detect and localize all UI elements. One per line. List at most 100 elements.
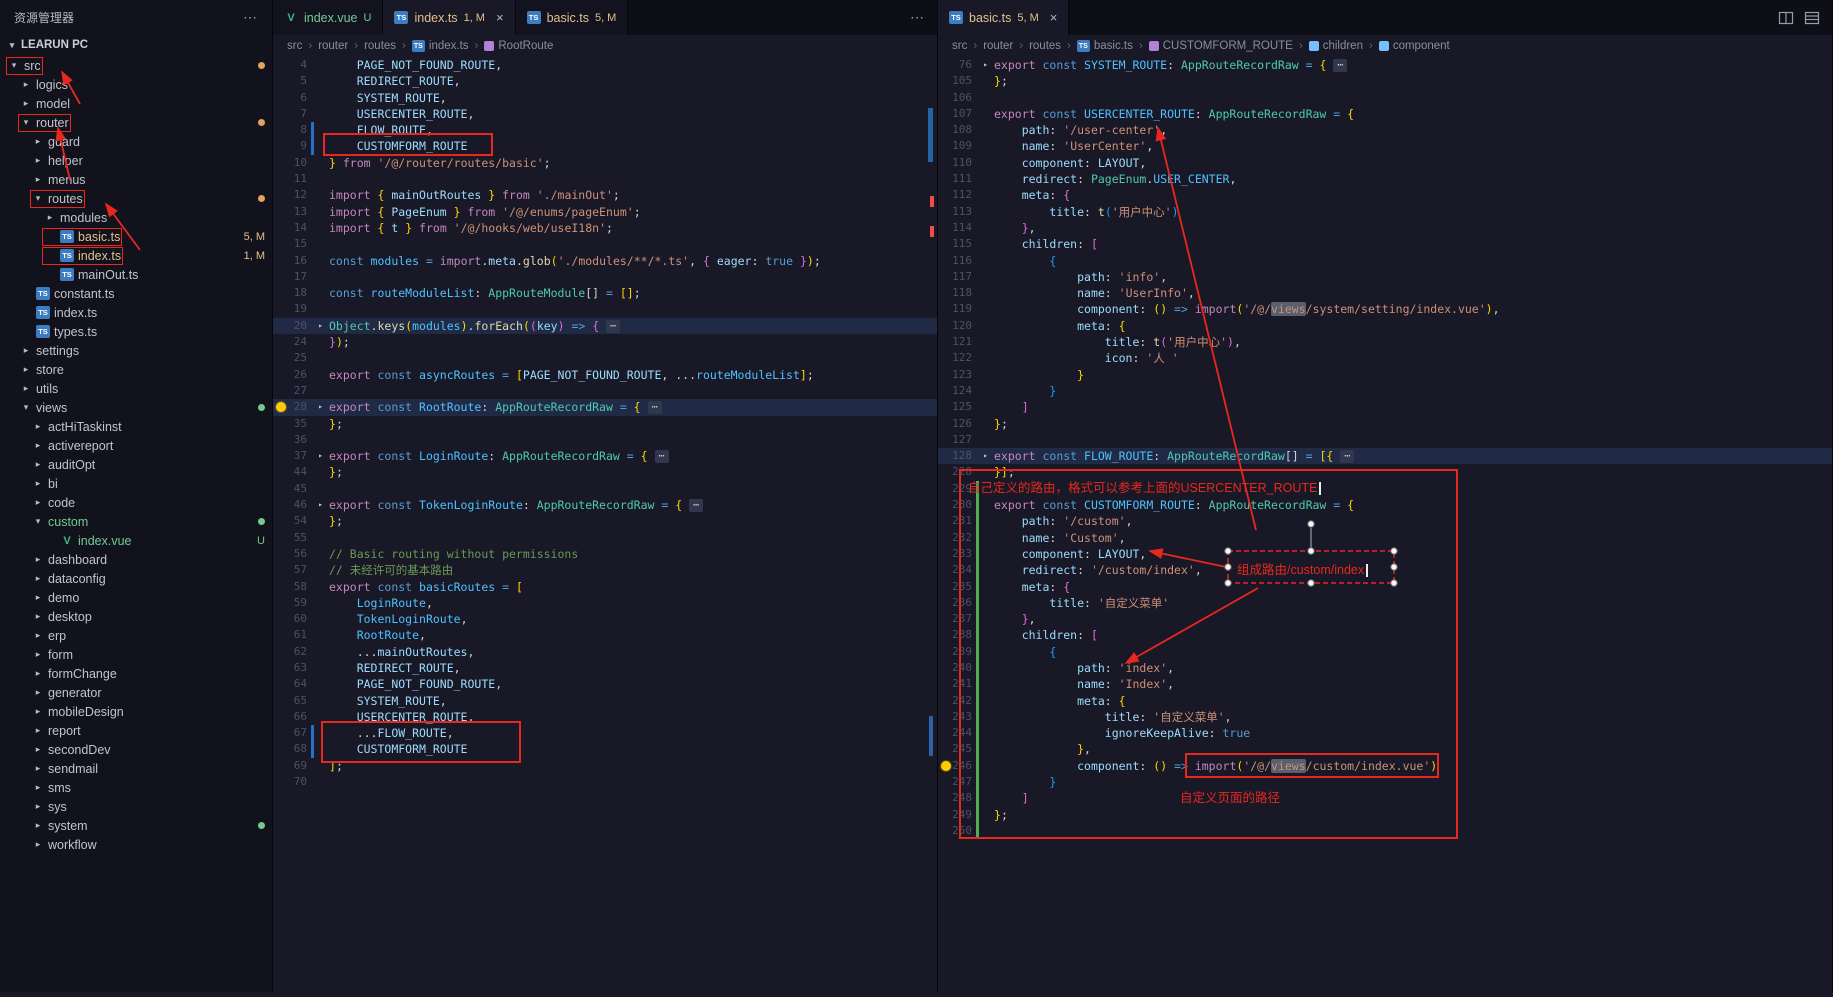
code-line-229[interactable]: 229 [938,481,1832,497]
code-line-246[interactable]: 246 component: () => import('/@/views/cu… [938,758,1832,774]
code-line-123[interactable]: 123 } [938,367,1832,383]
breadcrumb-item-rootroute[interactable]: RootRoute [484,40,553,52]
tab-basic-ts[interactable]: TSbasic.ts5, M× [938,0,1069,35]
code-line-238[interactable]: 238 children: [ [938,627,1832,643]
code-line-36[interactable]: 36 [273,432,937,448]
code-line-14[interactable]: 14import { t } from '/@/hooks/web/useI18… [273,220,937,236]
code-line-25[interactable]: 25 [273,350,937,366]
tree-item-dataconfig[interactable]: ▸dataconfig [0,569,272,588]
code-line-128[interactable]: 128▸export const FLOW_ROUTE: AppRouteRec… [938,448,1832,464]
tab-basic-ts[interactable]: TSbasic.ts5, M [516,0,629,35]
code-line-237[interactable]: 237 }, [938,611,1832,627]
code-line-239[interactable]: 239 { [938,644,1832,660]
code-line-248[interactable]: 248 ] [938,790,1832,806]
code-line-119[interactable]: 119 component: () => import('/@/views/sy… [938,301,1832,317]
tree-item-routes[interactable]: ▾routes [0,189,272,208]
tree-item-index-ts[interactable]: TSindex.ts1, M [0,246,272,265]
editor-more-actions-icon[interactable]: ⋯ [898,9,937,26]
code-line-4[interactable]: 4 PAGE_NOT_FOUND_ROUTE, [273,57,937,73]
code-line-231[interactable]: 231 path: '/custom', [938,513,1832,529]
code-line-111[interactable]: 111 redirect: PageEnum.USER_CENTER, [938,171,1832,187]
tree-item-bi[interactable]: ▸bi [0,474,272,493]
tree-item-auditopt[interactable]: ▸auditOpt [0,455,272,474]
code-line-110[interactable]: 110 component: LAYOUT, [938,155,1832,171]
tree-item-basic-ts[interactable]: TSbasic.ts5, M [0,227,272,246]
tree-item-form[interactable]: ▸form [0,645,272,664]
code-line-55[interactable]: 55 [273,530,937,546]
code-line-126[interactable]: 126}; [938,416,1832,432]
code-line-60[interactable]: 60 TokenLoginRoute, [273,611,937,627]
tab-index-vue[interactable]: Vindex.vueU [273,0,383,35]
breadcrumb-item-basic-ts[interactable]: TSbasic.ts [1077,40,1133,52]
breadcrumb-item-component[interactable]: component [1379,40,1450,52]
breadcrumb-item-children[interactable]: children [1309,40,1363,52]
code-line-113[interactable]: 113 title: t('用户中心') [938,204,1832,220]
fold-chevron-icon[interactable]: ▸ [979,57,992,73]
code-line-66[interactable]: 66 USERCENTER_ROUTE, [273,709,937,725]
breadcrumb-item-routes[interactable]: routes [364,40,396,52]
code-line-76[interactable]: 76▸export const SYSTEM_ROUTE: AppRouteRe… [938,57,1832,73]
code-line-114[interactable]: 114 }, [938,220,1832,236]
tree-item-helper[interactable]: ▸helper [0,151,272,170]
tree-item-src[interactable]: ▾src [0,56,272,75]
code-line-8[interactable]: 8 FLOW_ROUTE, [273,122,937,138]
code-line-70[interactable]: 70 [273,774,937,790]
fold-chevron-icon[interactable]: ▸ [314,448,327,464]
fold-chevron-icon[interactable]: ▸ [314,399,327,415]
code-line-28[interactable]: 28▸export const RootRoute: AppRouteRecor… [273,399,937,415]
code-line-26[interactable]: 26export const asyncRoutes = [PAGE_NOT_F… [273,367,937,383]
code-line-59[interactable]: 59 LoginRoute, [273,595,937,611]
code-line-54[interactable]: 54}; [273,513,937,529]
folded-region-ellipsis[interactable]: ⋯ [1333,59,1347,72]
code-line-56[interactable]: 56// Basic routing without permissions [273,546,937,562]
code-line-240[interactable]: 240 path: 'index', [938,660,1832,676]
tree-item-report[interactable]: ▸report [0,721,272,740]
tree-item-utils[interactable]: ▸utils [0,379,272,398]
tree-item-modules[interactable]: ▸modules [0,208,272,227]
code-line-24[interactable]: 24}); [273,334,937,350]
folded-region-ellipsis[interactable]: ⋯ [1340,450,1354,463]
code-line-228[interactable]: 228}]; [938,464,1832,480]
tree-item-constant-ts[interactable]: TSconstant.ts [0,284,272,303]
tree-item-sms[interactable]: ▸sms [0,778,272,797]
code-line-232[interactable]: 232 name: 'Custom', [938,530,1832,546]
code-line-7[interactable]: 7 USERCENTER_ROUTE, [273,106,937,122]
code-line-19[interactable]: 19 [273,301,937,317]
tree-item-dashboard[interactable]: ▸dashboard [0,550,272,569]
tree-item-workflow[interactable]: ▸workflow [0,835,272,854]
code-line-37[interactable]: 37▸export const LoginRoute: AppRouteReco… [273,448,937,464]
breadcrumb-item-src[interactable]: src [287,40,302,52]
tree-item-formchange[interactable]: ▸formChange [0,664,272,683]
tree-item-custom[interactable]: ▾custom [0,512,272,531]
breadcrumb-item-customform-route[interactable]: CUSTOMFORM_ROUTE [1149,40,1293,52]
tree-item-demo[interactable]: ▸demo [0,588,272,607]
code-line-106[interactable]: 106 [938,90,1832,106]
tree-item-activereport[interactable]: ▸activereport [0,436,272,455]
code-line-236[interactable]: 236 title: '自定义菜单' [938,595,1832,611]
code-line-16[interactable]: 16const modules = import.meta.glob('./mo… [273,253,937,269]
code-line-13[interactable]: 13import { PageEnum } from '/@/enums/pag… [273,204,937,220]
close-icon[interactable]: × [1050,10,1058,25]
code-line-121[interactable]: 121 title: t('用户中心'), [938,334,1832,350]
code-line-117[interactable]: 117 path: 'info', [938,269,1832,285]
code-line-122[interactable]: 122 icon: '人 ' [938,350,1832,366]
code-line-27[interactable]: 27 [273,383,937,399]
code-line-241[interactable]: 241 name: 'Index', [938,676,1832,692]
code-line-15[interactable]: 15 [273,236,937,252]
code-line-108[interactable]: 108 path: '/user-center', [938,122,1832,138]
tree-item-router[interactable]: ▾router [0,113,272,132]
tree-item-acthitaskinst[interactable]: ▸actHiTaskinst [0,417,272,436]
code-line-58[interactable]: 58export const basicRoutes = [ [273,579,937,595]
code-line-68[interactable]: 68 CUSTOMFORM_ROUTE [273,741,937,757]
code-line-44[interactable]: 44}; [273,464,937,480]
code-line-120[interactable]: 120 meta: { [938,318,1832,334]
code-line-35[interactable]: 35}; [273,416,937,432]
code-line-107[interactable]: 107export const USERCENTER_ROUTE: AppRou… [938,106,1832,122]
tree-item-store[interactable]: ▸store [0,360,272,379]
code-line-45[interactable]: 45 [273,481,937,497]
lightbulb-icon[interactable] [941,761,951,771]
explorer-more-actions-icon[interactable]: ⋯ [243,9,258,26]
workspace-root[interactable]: ▾ LEARUN PC [0,34,272,56]
code-line-69[interactable]: 69]; [273,758,937,774]
tree-item-logics[interactable]: ▸logics [0,75,272,94]
